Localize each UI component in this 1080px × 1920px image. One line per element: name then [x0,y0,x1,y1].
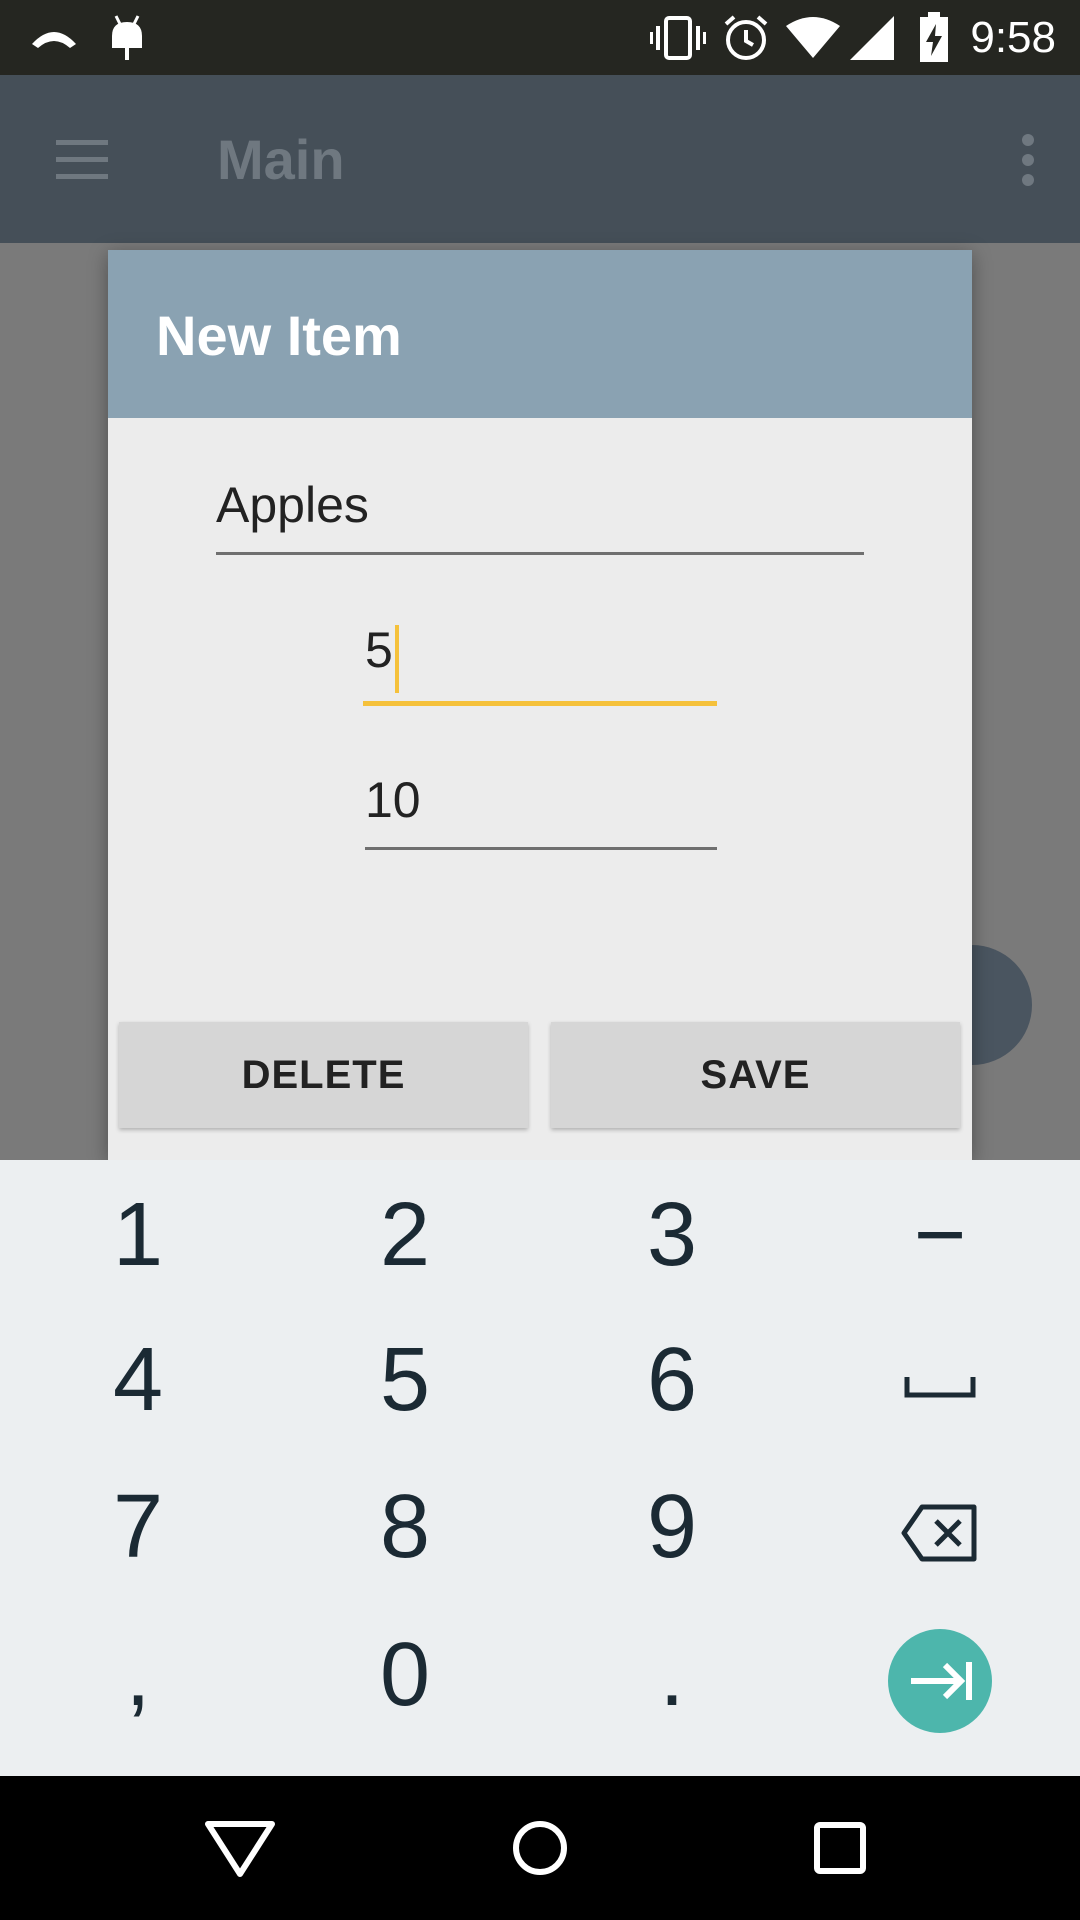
back-icon[interactable] [200,1808,280,1888]
field-underline-focused [363,701,717,706]
status-bar: 9:58 [0,0,1080,75]
key-7[interactable]: 7 [38,1452,238,1602]
key-comma[interactable]: , [38,1600,238,1750]
key-8[interactable]: 8 [305,1452,505,1602]
key-backspace[interactable] [840,1452,1040,1602]
key-4[interactable]: 4 [38,1305,238,1455]
next-field-icon [888,1629,992,1734]
alarm-icon [724,15,768,60]
recents-icon[interactable] [800,1808,880,1888]
field-underline [365,847,717,850]
home-icon[interactable] [500,1808,580,1888]
key-9[interactable]: 9 [572,1452,772,1602]
space-icon [904,1377,976,1398]
text-cursor [394,624,399,693]
key-period[interactable]: . [572,1600,772,1750]
clock: 9:58 [970,13,1056,62]
navigation-bar [0,1776,1080,1920]
numeric-keyboard: 1 2 3 − 4 5 6 7 8 9 , 0 . [0,1160,1080,1776]
item-name-value: Apples [216,477,369,533]
backspace-icon [901,1504,977,1562]
item-name-field[interactable]: Apples [216,475,864,555]
delete-button[interactable]: DELETE [119,1022,528,1128]
android-icon [112,15,142,60]
hamburger-menu-icon[interactable] [50,130,114,190]
key-0[interactable]: 0 [305,1600,505,1750]
signal-icon [850,16,894,60]
save-button[interactable]: SAVE [551,1022,960,1128]
quantity-field[interactable]: 5 [363,620,717,706]
key-5[interactable]: 5 [305,1305,505,1455]
max-quantity-value: 10 [365,772,421,828]
quantity-value: 5 [365,622,393,678]
missed-call-icon [32,32,76,48]
key-6[interactable]: 6 [572,1305,772,1455]
vibrate-icon [650,16,706,60]
dialog-header: New Item [108,250,972,418]
new-item-dialog: New Item Apples 5 10 DELETE SAVE [108,250,972,1160]
max-quantity-field[interactable]: 10 [365,770,717,850]
dialog-title: New Item [156,304,402,367]
key-1[interactable]: 1 [38,1160,238,1310]
app-bar: Main [0,75,1080,243]
page-title: Main [217,128,345,191]
key-next[interactable] [840,1600,1040,1750]
key-2[interactable]: 2 [305,1160,505,1310]
field-underline [216,552,864,555]
key-space[interactable] [840,1305,1040,1455]
more-vert-icon[interactable] [1016,130,1040,190]
key-3[interactable]: 3 [572,1160,772,1310]
battery-charging-icon [920,12,948,62]
wifi-icon [786,17,840,58]
key-minus[interactable]: − [840,1160,1040,1310]
